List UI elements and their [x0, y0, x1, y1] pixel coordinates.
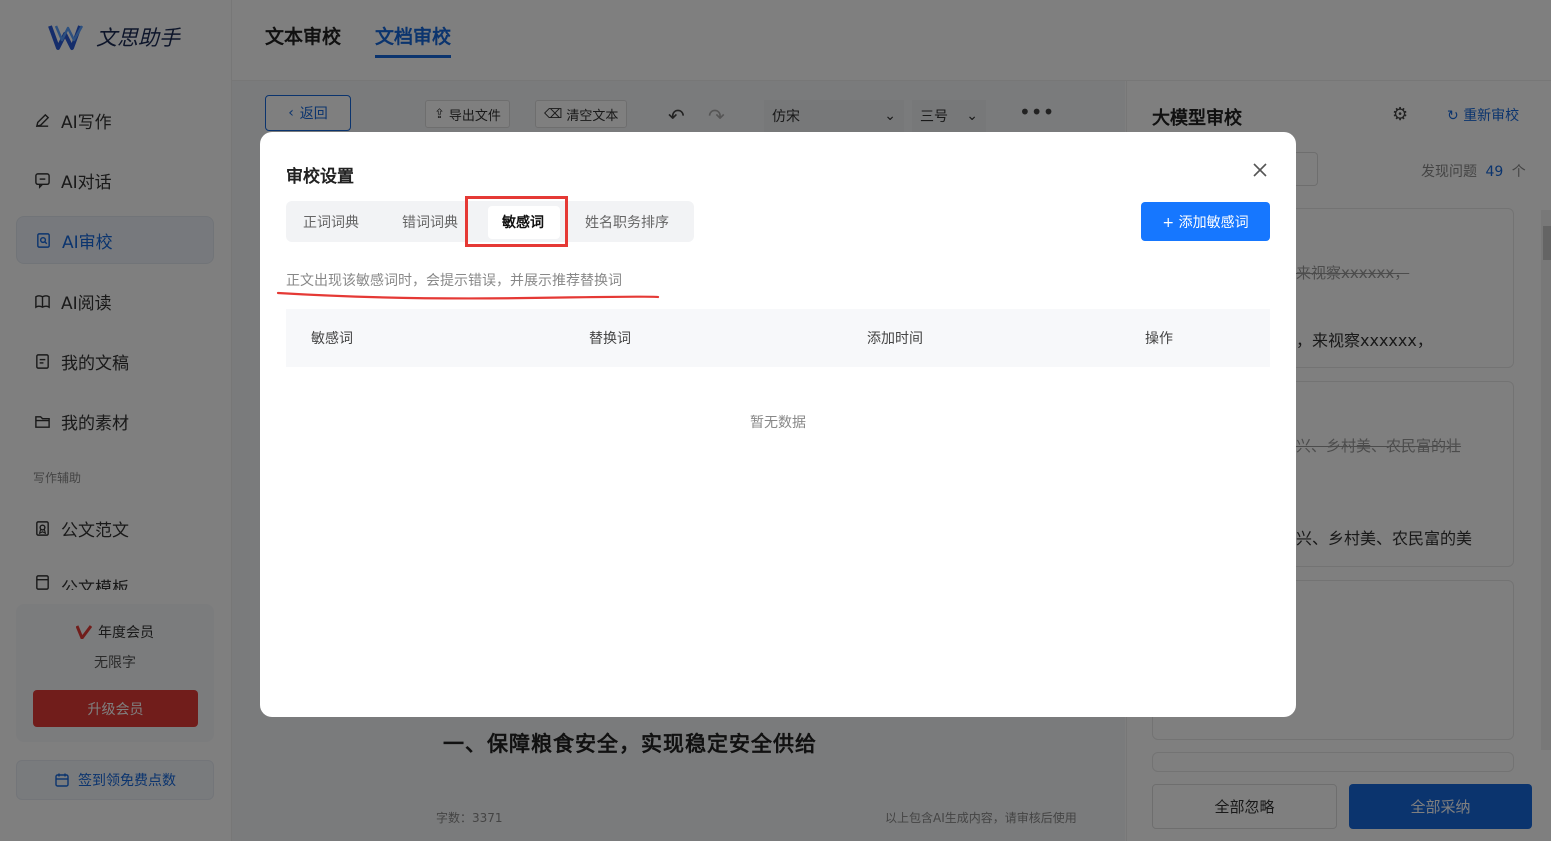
column-actions: 操作 [1145, 331, 1173, 347]
column-replacement: 替换词 [589, 331, 631, 347]
tab-correct-dictionary[interactable]: 正词词典 [303, 201, 359, 242]
tab-wrong-dictionary[interactable]: 错词词典 [402, 201, 458, 242]
close-icon[interactable] [1250, 160, 1270, 180]
highlight-underline [276, 291, 660, 300]
tab-name-title-order[interactable]: 姓名职务排序 [585, 201, 669, 242]
table-header: 敏感词 替换词 添加时间 操作 [286, 309, 1270, 367]
sensitive-word-hint: 正文出现该敏感词时，会提示错误，并展示推荐替换词 [286, 273, 622, 289]
review-settings-modal: 审校设置 正词词典 错词词典 敏感词 姓名职务排序 + 添加敏感词 正文出现该敏… [260, 132, 1296, 717]
modal-title: 审校设置 [286, 167, 354, 187]
empty-state: 暂无数据 [750, 415, 806, 431]
column-sensitive-word: 敏感词 [311, 331, 353, 347]
column-added-time: 添加时间 [867, 331, 923, 347]
add-sensitive-word-button[interactable]: + 添加敏感词 [1141, 202, 1270, 241]
highlight-box [465, 196, 568, 247]
